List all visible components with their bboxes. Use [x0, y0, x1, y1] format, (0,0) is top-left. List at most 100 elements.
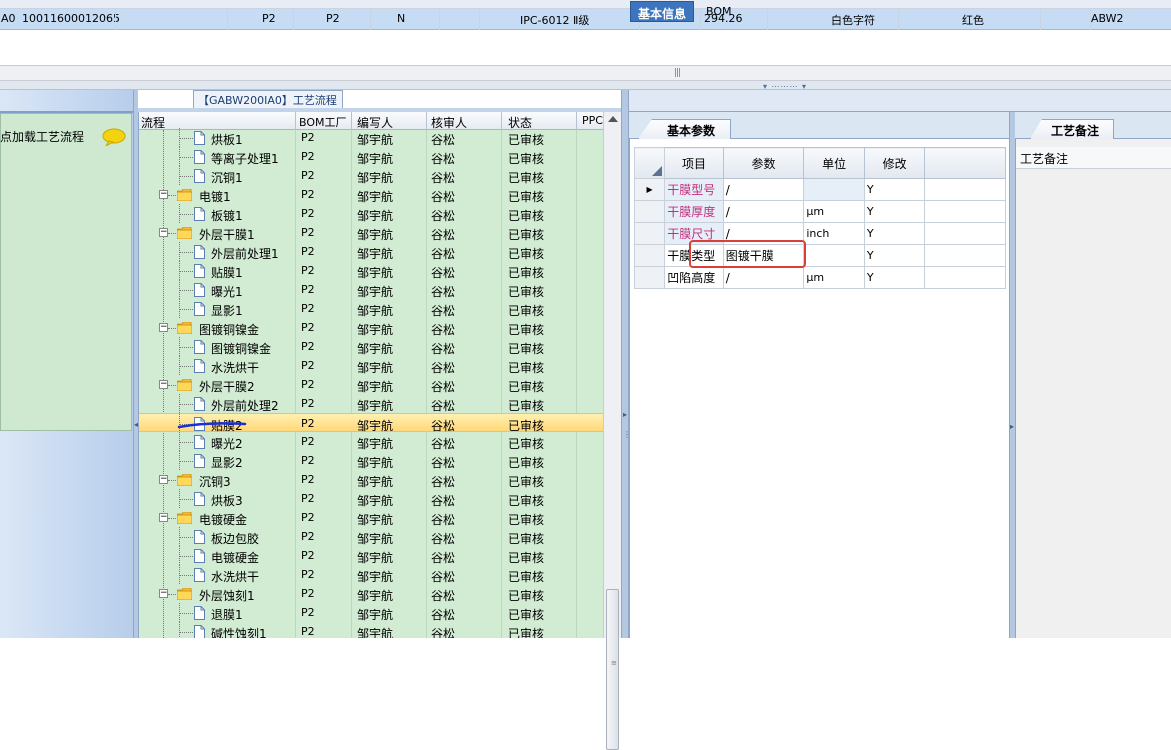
param-value-cell[interactable]: / — [722, 266, 805, 289]
tree-cell-status: 已审核 — [508, 304, 545, 318]
tree-row[interactable]: 碱性蚀刻1 P2 邹宇航 谷松 已审核 — [139, 622, 603, 638]
tree-cell-factory: P2 — [301, 321, 315, 334]
collapse-toggle-icon[interactable]: − — [159, 513, 168, 522]
tree-row[interactable]: 曝光1 P2 邹宇航 谷松 已审核 — [139, 280, 603, 299]
tree-row[interactable]: 外层前处理1 P2 邹宇航 谷松 已审核 — [139, 242, 603, 261]
tree-cell-writer: 邹宇航 — [357, 152, 394, 166]
tree-cell-factory: P2 — [301, 511, 315, 524]
tree-row[interactable]: − 外层干膜2 P2 邹宇航 谷松 已审核 — [139, 375, 603, 394]
tree-node-label: 电镀硬金 — [199, 513, 248, 527]
row-indicator[interactable] — [633, 244, 666, 267]
tree-row[interactable]: − 电镀硬金 P2 邹宇航 谷松 已审核 — [139, 508, 603, 527]
tree-node-label: 电镀硬金 — [211, 551, 260, 565]
tree-row[interactable]: 显影1 P2 邹宇航 谷松 已审核 — [139, 299, 603, 318]
tree-row[interactable]: 板镀1 P2 邹宇航 谷松 已审核 — [139, 204, 603, 223]
param-grid-row[interactable]: 凹陷高度 / μm Y — [633, 266, 1006, 289]
top-grid-previous-row[interactable] — [0, 0, 1171, 9]
tree-row[interactable]: 沉铜1 P2 邹宇航 谷松 已审核 — [139, 166, 603, 185]
param-grid-row[interactable]: 干膜厚度 / μm Y — [633, 200, 1006, 223]
collapse-toggle-icon[interactable]: − — [159, 323, 168, 332]
process-notes-area[interactable]: 工艺备注 — [1015, 139, 1171, 638]
tree-row[interactable]: 贴膜1 P2 邹宇航 谷松 已审核 — [139, 261, 603, 280]
tree-cell-reviewer: 谷松 — [431, 627, 456, 638]
tree-vertical-scrollbar[interactable]: ≡ — [603, 112, 621, 750]
document-icon — [194, 264, 205, 278]
tree-row[interactable]: 外层前处理2 P2 邹宇航 谷松 已审核 — [139, 394, 603, 413]
tree-cell-factory: P2 — [301, 530, 315, 543]
splitter-grip-icon[interactable]: ▾ ⋯⋯⋯ ▾ — [755, 82, 815, 91]
middle-splitter[interactable]: ▸ ⋮ — [621, 90, 631, 638]
tree-cell-status: 已审核 — [508, 190, 545, 204]
row-indicator[interactable] — [633, 200, 666, 223]
tree-row[interactable]: 曝光2 P2 邹宇航 谷松 已审核 — [139, 432, 603, 451]
tree-row[interactable]: 烘板3 P2 邹宇航 谷松 已审核 — [139, 489, 603, 508]
col-unit[interactable]: 单位 — [803, 147, 865, 179]
tree-cell-factory: P2 — [301, 587, 315, 600]
scroll-thumb[interactable]: ≡ — [606, 589, 619, 750]
cell-standard: IPC-6012 Ⅱ级 — [520, 14, 590, 27]
tree-cell-writer: 邹宇航 — [357, 361, 394, 375]
tree-cell-reviewer: 谷松 — [431, 209, 456, 223]
col-param[interactable]: 参数 — [722, 147, 805, 179]
param-modify-cell[interactable]: Y — [863, 200, 926, 223]
row-indicator[interactable] — [633, 222, 666, 245]
tree-cell-writer: 邹宇航 — [357, 190, 394, 204]
collapse-toggle-icon[interactable]: − — [159, 190, 168, 199]
tree-row[interactable]: − 电镀1 P2 邹宇航 谷松 已审核 — [139, 185, 603, 204]
collapse-toggle-icon[interactable]: − — [159, 475, 168, 484]
tree-row[interactable]: 图镀铜镍金 P2 邹宇航 谷松 已审核 — [139, 337, 603, 356]
tree-row[interactable]: 水洗烘干 P2 邹宇航 谷松 已审核 — [139, 356, 603, 375]
tree-node-label: 板镀1 — [211, 209, 243, 223]
tree-row[interactable]: 退膜1 P2 邹宇航 谷松 已审核 — [139, 603, 603, 622]
tree-node-label: 水洗烘干 — [211, 361, 260, 375]
tree-cell-factory: P2 — [301, 245, 315, 258]
tab-basic-info[interactable]: 基本信息 — [630, 1, 695, 22]
tab-process-notes[interactable]: 工艺备注 — [1030, 119, 1114, 139]
speech-bubble-icon[interactable] — [102, 128, 126, 146]
param-modify-cell[interactable]: Y — [863, 266, 926, 289]
tab-basic-params[interactable]: 基本参数 — [638, 119, 731, 139]
param-unit-cell[interactable]: μm — [803, 200, 865, 223]
tree-row[interactable]: 等离子处理1 P2 邹宇航 谷松 已审核 — [139, 147, 603, 166]
tree-row[interactable]: 烘板1 P2 邹宇航 谷松 已审核 — [139, 128, 603, 147]
tree-cell-reviewer: 谷松 — [431, 437, 456, 451]
param-grid-row[interactable]: ▶ 干膜型号 / Y — [633, 178, 1006, 201]
param-modify-cell[interactable]: Y — [863, 222, 926, 245]
collapse-toggle-icon[interactable]: − — [159, 380, 168, 389]
tree-row[interactable]: − 沉铜3 P2 邹宇航 谷松 已审核 — [139, 470, 603, 489]
horizontal-splitter[interactable] — [0, 81, 1171, 90]
tree-row[interactable]: 显影2 P2 邹宇航 谷松 已审核 — [139, 451, 603, 470]
horizontal-scrollbar[interactable]: ||| — [0, 65, 1171, 81]
top-grid-selected-row[interactable]: A0 10011600012065 P2 P2 N IPC-6012 Ⅱ级 43… — [0, 9, 1171, 39]
tree-cell-factory: P2 — [301, 435, 315, 448]
scroll-up-arrow-icon[interactable] — [608, 116, 618, 122]
param-unit-cell[interactable]: μm — [803, 266, 865, 289]
tree-row[interactable]: − 外层干膜1 P2 邹宇航 谷松 已审核 — [139, 223, 603, 242]
tree-row[interactable]: − 图镀铜镍金 P2 邹宇航 谷松 已审核 — [139, 318, 603, 337]
row-indicator[interactable]: ▶ — [633, 178, 666, 201]
tree-cell-factory: P2 — [301, 625, 315, 638]
tree-row[interactable]: − 外层蚀刻1 P2 邹宇航 谷松 已审核 — [139, 584, 603, 603]
process-notes-header: 工艺备注 — [1016, 147, 1171, 169]
param-modify-cell[interactable]: Y — [863, 178, 926, 201]
tab-bom[interactable]: BOM — [699, 1, 739, 22]
param-value-cell[interactable]: / — [722, 178, 805, 201]
tree-row[interactable]: 电镀硬金 P2 邹宇航 谷松 已审核 — [139, 546, 603, 565]
collapse-toggle-icon[interactable]: − — [159, 589, 168, 598]
col-item[interactable]: 项目 — [664, 147, 724, 179]
param-unit-cell[interactable] — [803, 178, 865, 201]
param-modify-cell[interactable]: Y — [863, 244, 926, 267]
param-unit-cell[interactable] — [803, 244, 865, 267]
tree-node-label: 显影1 — [211, 304, 243, 318]
tree-row[interactable]: 板边包胶 P2 邹宇航 谷松 已审核 — [139, 527, 603, 546]
col-ppc[interactable]: PPC — [582, 114, 603, 127]
load-process-flow-label[interactable]: 点加载工艺流程 — [0, 128, 84, 145]
row-indicator[interactable] — [633, 266, 666, 289]
tree-cell-writer: 邹宇航 — [357, 304, 394, 318]
tree-row[interactable]: 水洗烘干 P2 邹宇航 谷松 已审核 — [139, 565, 603, 584]
col-modify[interactable]: 修改 — [863, 147, 926, 179]
param-value-cell[interactable]: / — [722, 200, 805, 223]
param-unit-cell[interactable]: inch — [803, 222, 865, 245]
tree-cell-reviewer: 谷松 — [431, 190, 456, 204]
collapse-toggle-icon[interactable]: − — [159, 228, 168, 237]
